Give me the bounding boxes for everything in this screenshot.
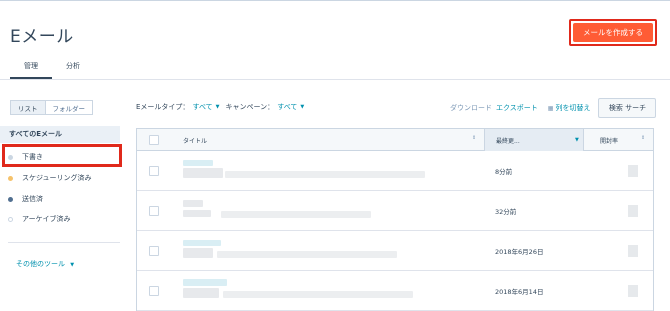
- sort-icon: ⇕: [641, 135, 646, 141]
- blurred-subtitle: [221, 211, 371, 218]
- table-header: タイトル ⇕ 最終更... ▼ 開封率 ⇕: [137, 129, 653, 151]
- blurred-open-rate: [628, 285, 638, 297]
- tabs-divider: [0, 79, 670, 80]
- blurred-subtitle: [223, 291, 413, 298]
- table-row[interactable]: 32分前: [137, 191, 653, 231]
- updated-value: 2018年6月14日: [495, 288, 544, 296]
- email-table: タイトル ⇕ 最終更... ▼ 開封率 ⇕ 8分前 32分前 2018年6月26…: [136, 128, 654, 311]
- table-row[interactable]: 8分前: [137, 151, 653, 191]
- status-dot-icon: [8, 196, 13, 202]
- updated-value: 2018年6月26日: [495, 248, 544, 256]
- sidebar-all-emails[interactable]: すべてのEメール: [0, 126, 120, 143]
- other-tools-dropdown[interactable]: その他のツール ▼: [16, 259, 74, 269]
- blurred-title: [183, 279, 227, 286]
- email-type-dropdown[interactable]: すべて: [192, 102, 212, 112]
- sidebar-item-sent[interactable]: 送信済: [8, 194, 43, 204]
- column-title[interactable]: タイトル: [183, 129, 483, 151]
- toggle-columns-link[interactable]: 列を切替え: [555, 103, 590, 113]
- create-email-button[interactable]: メールを作成する: [573, 23, 653, 42]
- row-checkbox[interactable]: [149, 246, 159, 256]
- filter-bar: Eメールタイプ： すべて ▼ キャンペーン： すべて ▼: [136, 102, 310, 112]
- chevron-down-icon: ▼: [215, 104, 220, 110]
- top-border: [0, 0, 670, 1]
- blurred-open-rate: [628, 165, 638, 177]
- table-row[interactable]: 2018年6月14日: [137, 271, 653, 311]
- chevron-down-icon: ▼: [300, 104, 305, 110]
- sort-desc-icon: ▼: [575, 137, 579, 143]
- status-dot-icon: [8, 216, 13, 222]
- status-dot-icon: [8, 175, 13, 181]
- blurred-title: [183, 160, 213, 166]
- blurred-title: [183, 168, 223, 178]
- tab-analyze[interactable]: 分析: [52, 60, 94, 79]
- view-toggle: リスト フォルダー: [10, 100, 93, 115]
- search-button[interactable]: 検索 サーチ: [598, 98, 657, 118]
- create-button-highlight: メールを作成する: [569, 19, 657, 46]
- sidebar-divider: [8, 242, 120, 243]
- chevron-down-icon: ▼: [70, 262, 75, 268]
- sidebar-item-label: 送信済: [22, 195, 43, 203]
- folder-view-button[interactable]: フォルダー: [45, 100, 93, 115]
- table-row[interactable]: 2018年6月26日: [137, 231, 653, 271]
- sort-icon: ⇕: [472, 135, 477, 141]
- row-checkbox[interactable]: [149, 286, 159, 296]
- column-updated-label: 最終更...: [496, 137, 520, 145]
- other-tools-label: その他のツール: [16, 260, 65, 268]
- sidebar-item-archived[interactable]: アーケイブ済み: [8, 214, 70, 224]
- tab-bar: 管理 分析: [10, 60, 94, 79]
- table-actions: ダウンロード エクスポート ▦ 列を切替え 検索 サーチ: [450, 98, 657, 118]
- columns-icon: ▦: [547, 104, 554, 112]
- sidebar-item-scheduled[interactable]: スケジューリング済み: [8, 173, 92, 183]
- download-link[interactable]: ダウンロード: [450, 103, 492, 113]
- sidebar-item-label: スケジューリング済み: [22, 174, 92, 182]
- row-checkbox[interactable]: [149, 166, 159, 176]
- export-link[interactable]: エクスポート: [496, 103, 538, 113]
- email-type-label: Eメールタイプ：: [136, 103, 190, 111]
- tab-manage[interactable]: 管理: [10, 60, 52, 79]
- campaign-label: キャンペーン：: [225, 103, 275, 111]
- blurred-title: [183, 240, 221, 246]
- updated-value: 32分前: [495, 208, 517, 216]
- blurred-title: [183, 248, 213, 258]
- select-all-checkbox[interactable]: [149, 135, 159, 145]
- blurred-title: [183, 288, 219, 298]
- column-updated[interactable]: 最終更...: [484, 129, 584, 151]
- campaign-dropdown[interactable]: すべて: [277, 102, 297, 112]
- updated-value: 8分前: [495, 168, 513, 176]
- blurred-subtitle: [217, 251, 397, 258]
- blurred-title: [183, 200, 203, 207]
- blurred-subtitle: [225, 171, 425, 178]
- blurred-title: [183, 210, 211, 217]
- column-open-rate-label: 開封率: [600, 137, 619, 145]
- column-open-rate[interactable]: 開封率: [600, 129, 640, 151]
- list-view-button[interactable]: リスト: [10, 100, 46, 115]
- drafts-highlight-box: [2, 144, 122, 167]
- sidebar-item-label: アーケイブ済み: [22, 215, 71, 223]
- page-title: Eメール: [10, 27, 74, 47]
- blurred-open-rate: [628, 245, 638, 257]
- row-checkbox[interactable]: [149, 206, 159, 216]
- blurred-open-rate: [628, 205, 638, 217]
- column-title-label: タイトル: [183, 137, 208, 145]
